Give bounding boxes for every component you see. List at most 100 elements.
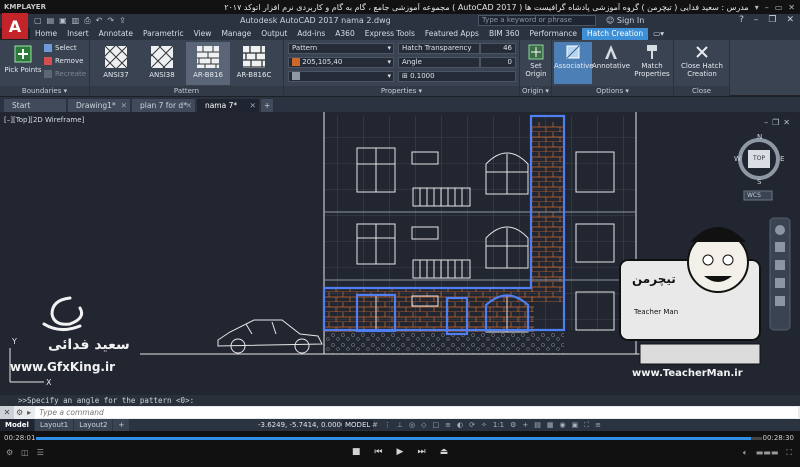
layout-tab-layout2[interactable]: Layout2 bbox=[74, 419, 113, 431]
redo-icon[interactable]: ↷ bbox=[107, 16, 114, 26]
select-button[interactable]: Select bbox=[44, 44, 77, 52]
ribbon-minimize-icon[interactable]: ▭▾ bbox=[648, 28, 669, 40]
close-command-line-icon[interactable]: ✕ bbox=[0, 406, 14, 419]
application-menu-button[interactable]: A bbox=[2, 13, 28, 39]
layout-tab-model[interactable]: Model bbox=[0, 419, 34, 431]
minimize-icon[interactable]: – bbox=[765, 3, 769, 12]
pattern-swatch-ar-b816c[interactable]: AR-B816C bbox=[232, 42, 276, 85]
play-icon[interactable]: ▶ bbox=[397, 447, 404, 457]
cursor-coordinates[interactable]: -3.6249, -5.7414, 0.0000 bbox=[258, 419, 345, 431]
tab-manage[interactable]: Manage bbox=[216, 28, 256, 40]
share-icon[interactable]: ⇪ bbox=[119, 16, 126, 26]
transparency-icon[interactable]: ◐ bbox=[457, 421, 463, 430]
annotation-monitor-icon[interactable]: + bbox=[522, 421, 528, 430]
compass-south[interactable]: S bbox=[757, 178, 761, 186]
match-properties-button[interactable]: Match Properties bbox=[632, 44, 672, 78]
set-origin-button[interactable]: Set Origin bbox=[521, 44, 551, 78]
ortho-icon[interactable]: ⊥ bbox=[397, 421, 403, 430]
stop-icon[interactable]: ■ bbox=[352, 447, 361, 457]
viewcube-top-face[interactable]: TOP bbox=[750, 155, 768, 162]
undo-icon[interactable]: ↶ bbox=[96, 16, 103, 26]
scale-input[interactable]: ⊞ 0.1000 bbox=[398, 71, 516, 82]
previous-icon[interactable]: ⏮ bbox=[374, 447, 382, 457]
volume-icon[interactable]: 🔈︎ bbox=[743, 448, 748, 458]
clean-screen-icon[interactable]: ⛶ bbox=[584, 421, 589, 430]
customize-icon[interactable]: ⚙ bbox=[14, 408, 25, 417]
open-icon[interactable]: ▤ bbox=[47, 16, 55, 26]
hatch-type-select[interactable]: Pattern ▾ bbox=[288, 43, 394, 54]
tab-parametric[interactable]: Parametric bbox=[138, 28, 189, 40]
command-prompt-icon[interactable]: ▸ bbox=[25, 408, 33, 417]
pin-icon[interactable]: ▾ bbox=[755, 3, 759, 12]
command-input[interactable] bbox=[35, 407, 798, 418]
eject-icon[interactable]: ⏏ bbox=[440, 447, 449, 457]
transparency-value-input[interactable]: 46 bbox=[480, 43, 516, 54]
close-icon[interactable]: ✕ bbox=[788, 3, 795, 12]
close-tab-icon[interactable]: ✕ bbox=[186, 99, 192, 112]
pattern-swatch-ar-b816[interactable]: AR-B816 bbox=[186, 42, 230, 85]
doc-tab-drawing1[interactable]: Drawing1* ✕ bbox=[68, 99, 130, 112]
search-input[interactable]: Type a keyword or phrase bbox=[478, 15, 596, 26]
new-tab-button[interactable]: + bbox=[260, 99, 274, 112]
showmotion-icon[interactable] bbox=[775, 296, 785, 306]
save-icon[interactable]: ▣ bbox=[59, 16, 67, 26]
workspace-gear-icon[interactable]: ⚙ bbox=[510, 421, 516, 430]
tab-add-ins[interactable]: Add-ins bbox=[292, 28, 330, 40]
fullscreen-icon[interactable]: ⛶ bbox=[786, 448, 792, 458]
panel-title-boundaries[interactable]: Boundaries ▾ bbox=[0, 86, 89, 96]
zoom-extents-icon[interactable] bbox=[775, 260, 785, 270]
restore-icon[interactable]: ❐ bbox=[768, 15, 776, 25]
tab-annotate[interactable]: Annotate bbox=[94, 28, 138, 40]
doc-tab-start[interactable]: Start bbox=[4, 99, 66, 112]
hardware-acceleration-icon[interactable]: ▣ bbox=[572, 421, 579, 430]
annotative-button[interactable]: Annotative bbox=[592, 44, 630, 70]
hatch-transparency-field[interactable]: Hatch Transparency bbox=[398, 43, 480, 54]
lineweight-icon[interactable]: ≡ bbox=[445, 421, 451, 430]
tab-performance[interactable]: Performance bbox=[524, 28, 582, 40]
compass-west[interactable]: W bbox=[734, 155, 741, 163]
plot-icon[interactable]: ⎙ bbox=[84, 16, 90, 26]
seek-bar[interactable] bbox=[36, 437, 762, 440]
pattern-swatch-ansi38[interactable]: ANSI38 bbox=[140, 42, 184, 85]
doc-tab-nama7[interactable]: nama 7* ✕ bbox=[196, 99, 259, 112]
grid-icon[interactable]: # bbox=[372, 421, 378, 430]
tab-featured-apps[interactable]: Featured Apps bbox=[420, 28, 484, 40]
close-hatch-creation-button[interactable]: Close Hatch Creation bbox=[676, 44, 728, 78]
quick-properties-icon[interactable]: ▦ bbox=[547, 421, 554, 430]
close-tab-icon[interactable]: ✕ bbox=[121, 99, 127, 112]
add-layout-button[interactable]: + bbox=[113, 419, 130, 431]
tab-a360[interactable]: A360 bbox=[330, 28, 359, 40]
remove-button[interactable]: Remove bbox=[44, 57, 83, 65]
saveas-icon[interactable]: ▥ bbox=[72, 16, 80, 26]
close-icon[interactable]: ✕ bbox=[786, 15, 794, 25]
compass-east[interactable]: E bbox=[780, 155, 784, 163]
next-icon[interactable]: ⏭ bbox=[417, 447, 425, 457]
snap-icon[interactable]: ⋮ bbox=[384, 421, 391, 430]
panel-title-options[interactable]: Options ▾ bbox=[552, 86, 673, 96]
tab-output[interactable]: Output bbox=[256, 28, 292, 40]
object-snap-icon[interactable]: □ bbox=[432, 421, 439, 430]
close-tab-icon[interactable]: ✕ bbox=[250, 99, 256, 112]
minimize-icon[interactable]: – bbox=[754, 15, 759, 25]
pan-icon[interactable] bbox=[775, 242, 785, 252]
annotation-scale[interactable]: 1:1 bbox=[493, 421, 504, 430]
model-space-button[interactable]: MODEL bbox=[342, 420, 374, 430]
tab-home[interactable]: Home bbox=[30, 28, 62, 40]
angle-field[interactable]: Angle bbox=[398, 57, 480, 68]
hatch-color-select[interactable]: 205,105,40 ▾ bbox=[288, 57, 394, 68]
panel-title-origin[interactable]: Origin ▾ bbox=[520, 86, 551, 96]
sign-in-button[interactable]: ☺ Sign In bbox=[606, 16, 644, 25]
orbit-icon[interactable] bbox=[775, 278, 785, 288]
doc-tab-plan7[interactable]: plan 7 for d* ✕ bbox=[132, 99, 195, 112]
full-navigation-wheel-icon[interactable] bbox=[775, 225, 785, 235]
associative-button[interactable]: Associative bbox=[554, 42, 594, 84]
selection-cycling-icon[interactable]: ⟳ bbox=[469, 421, 475, 430]
layout-tab-layout1[interactable]: Layout1 bbox=[34, 419, 74, 431]
tab-insert[interactable]: Insert bbox=[62, 28, 94, 40]
angle-value-input[interactable]: 0 bbox=[480, 57, 516, 68]
background-color-select[interactable]: ▾ bbox=[288, 71, 394, 82]
isolate-objects-icon[interactable]: ◉ bbox=[560, 421, 566, 430]
pick-points-button[interactable]: Pick Points bbox=[4, 44, 42, 74]
maximize-icon[interactable]: ▭ bbox=[775, 3, 783, 12]
tab-hatch-creation[interactable]: Hatch Creation bbox=[582, 28, 649, 40]
